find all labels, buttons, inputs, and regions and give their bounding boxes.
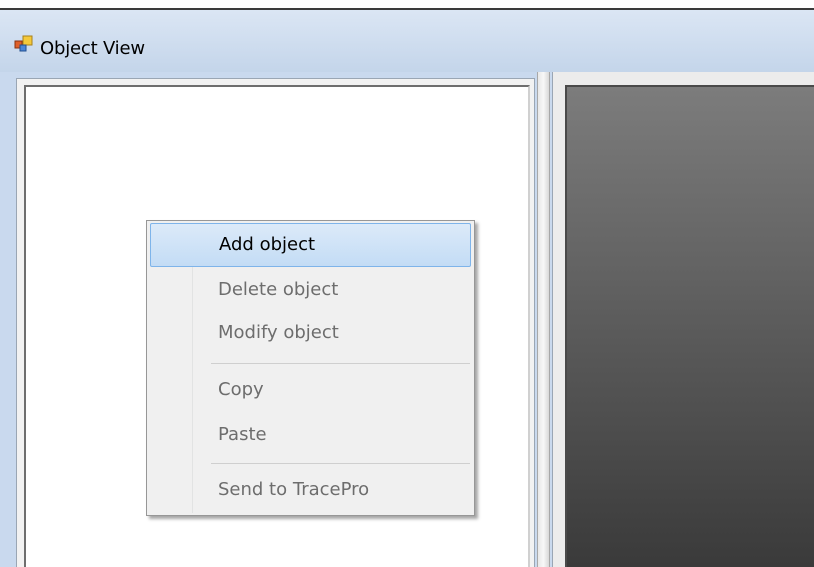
menu-item-modify-object[interactable]: Modify object: [150, 312, 471, 356]
window-top-edge: [0, 0, 814, 10]
menu-separator: [211, 463, 470, 464]
menu-item-delete-object[interactable]: Delete object: [150, 269, 471, 313]
menu-item-label: Copy: [218, 379, 264, 400]
menu-item-label: Send to TracePro: [218, 479, 370, 500]
menu-item-label: Paste: [218, 424, 267, 445]
menu-item-label: Modify object: [218, 322, 339, 343]
render-viewport[interactable]: [565, 85, 814, 567]
menu-item-label: Add object: [219, 234, 316, 255]
menu-item-send-to-tracepro[interactable]: Send to TracePro: [150, 469, 471, 513]
window-app-icon: [14, 35, 33, 52]
splitter[interactable]: [537, 72, 550, 567]
window-title: Object View: [40, 38, 145, 59]
menu-item-add-object[interactable]: Add object: [150, 223, 471, 267]
menu-item-copy[interactable]: Copy: [150, 369, 471, 413]
context-menu: Add object Delete object Modify object C…: [146, 220, 475, 516]
menu-item-paste[interactable]: Paste: [150, 414, 471, 458]
menu-item-label: Delete object: [218, 279, 339, 300]
menu-separator: [211, 363, 470, 364]
